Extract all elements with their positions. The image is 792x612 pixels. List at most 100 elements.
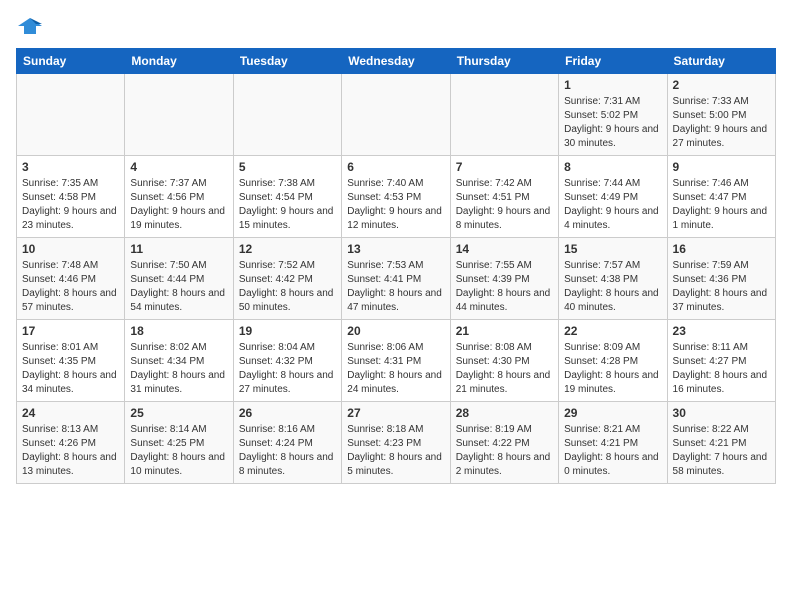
day-info: Sunrise: 7:44 AM Sunset: 4:49 PM Dayligh… <box>564 177 661 233</box>
calendar-cell <box>125 74 233 156</box>
calendar-cell: 11 Sunrise: 7:50 AM Sunset: 4:44 PM Dayli… <box>125 238 233 320</box>
day-info: Sunrise: 7:46 AM Sunset: 4:47 PM Dayligh… <box>673 177 770 233</box>
calendar-table: SundayMondayTuesdayWednesdayThursdayFrid… <box>16 48 776 484</box>
calendar-cell: 21 Sunrise: 8:08 AM Sunset: 4:30 PM Dayli… <box>450 320 558 402</box>
day-info: Sunrise: 7:40 AM Sunset: 4:53 PM Dayligh… <box>347 177 444 233</box>
calendar-cell: 12 Sunrise: 7:52 AM Sunset: 4:42 PM Dayli… <box>233 238 341 320</box>
day-number: 27 <box>347 406 444 420</box>
calendar-cell: 6 Sunrise: 7:40 AM Sunset: 4:53 PM Daylig… <box>342 156 450 238</box>
column-header-saturday: Saturday <box>667 49 775 74</box>
day-number: 3 <box>22 160 119 174</box>
day-info: Sunrise: 7:38 AM Sunset: 4:54 PM Dayligh… <box>239 177 336 233</box>
calendar-cell: 9Sunrise: 7:46 AM Sunset: 4:47 PM Daylig… <box>667 156 775 238</box>
week-row-4: 17 Sunrise: 8:01 AM Sunset: 4:35 PM Dayli… <box>17 320 776 402</box>
day-number: 11 <box>130 242 227 256</box>
week-row-5: 24Sunrise: 8:13 AM Sunset: 4:26 PM Dayli… <box>17 402 776 484</box>
day-number: 17 <box>22 324 119 338</box>
calendar-cell: 3 Sunrise: 7:35 AM Sunset: 4:58 PM Daylig… <box>17 156 125 238</box>
day-info: Sunrise: 7:57 AM Sunset: 4:38 PM Dayligh… <box>564 259 661 315</box>
calendar-cell: 27 Sunrise: 8:18 AM Sunset: 4:23 PM Dayli… <box>342 402 450 484</box>
column-header-wednesday: Wednesday <box>342 49 450 74</box>
day-number: 1 <box>564 78 661 92</box>
day-number: 29 <box>564 406 661 420</box>
calendar-cell: 15 Sunrise: 7:57 AM Sunset: 4:38 PM Dayli… <box>559 238 667 320</box>
logo <box>16 16 48 38</box>
calendar-cell: 5 Sunrise: 7:38 AM Sunset: 4:54 PM Daylig… <box>233 156 341 238</box>
day-number: 28 <box>456 406 553 420</box>
day-info: Sunrise: 8:16 AM Sunset: 4:24 PM Dayligh… <box>239 423 336 479</box>
calendar-cell: 2 Sunrise: 7:33 AM Sunset: 5:00 PM Daylig… <box>667 74 775 156</box>
calendar-cell <box>342 74 450 156</box>
page-header <box>16 16 776 38</box>
column-header-friday: Friday <box>559 49 667 74</box>
day-info: Sunrise: 8:19 AM Sunset: 4:22 PM Dayligh… <box>456 423 553 479</box>
day-info: Sunrise: 7:52 AM Sunset: 4:42 PM Dayligh… <box>239 259 336 315</box>
day-info: Sunrise: 7:37 AM Sunset: 4:56 PM Dayligh… <box>130 177 227 233</box>
calendar-cell: 29 Sunrise: 8:21 AM Sunset: 4:21 PM Dayli… <box>559 402 667 484</box>
calendar-cell: 20Sunrise: 8:06 AM Sunset: 4:31 PM Dayli… <box>342 320 450 402</box>
day-number: 18 <box>130 324 227 338</box>
calendar-cell <box>17 74 125 156</box>
day-number: 6 <box>347 160 444 174</box>
day-number: 12 <box>239 242 336 256</box>
day-info: Sunrise: 8:13 AM Sunset: 4:26 PM Dayligh… <box>22 423 119 479</box>
day-number: 2 <box>673 78 770 92</box>
day-info: Sunrise: 8:21 AM Sunset: 4:21 PM Dayligh… <box>564 423 661 479</box>
day-info: Sunrise: 7:33 AM Sunset: 5:00 PM Dayligh… <box>673 95 770 151</box>
logo-bird-icon <box>16 16 44 38</box>
week-row-2: 3 Sunrise: 7:35 AM Sunset: 4:58 PM Daylig… <box>17 156 776 238</box>
day-number: 25 <box>130 406 227 420</box>
calendar-cell: 8 Sunrise: 7:44 AM Sunset: 4:49 PM Daylig… <box>559 156 667 238</box>
calendar-cell: 24Sunrise: 8:13 AM Sunset: 4:26 PM Dayli… <box>17 402 125 484</box>
calendar-cell: 28 Sunrise: 8:19 AM Sunset: 4:22 PM Dayli… <box>450 402 558 484</box>
calendar-cell: 25 Sunrise: 8:14 AM Sunset: 4:25 PM Dayli… <box>125 402 233 484</box>
calendar-header: SundayMondayTuesdayWednesdayThursdayFrid… <box>17 49 776 74</box>
day-number: 22 <box>564 324 661 338</box>
day-info: Sunrise: 7:31 AM Sunset: 5:02 PM Dayligh… <box>564 95 661 151</box>
day-info: Sunrise: 7:53 AM Sunset: 4:41 PM Dayligh… <box>347 259 444 315</box>
day-number: 21 <box>456 324 553 338</box>
day-info: Sunrise: 7:48 AM Sunset: 4:46 PM Dayligh… <box>22 259 119 315</box>
day-number: 30 <box>673 406 770 420</box>
calendar-cell <box>450 74 558 156</box>
day-number: 7 <box>456 160 553 174</box>
calendar-cell: 18Sunrise: 8:02 AM Sunset: 4:34 PM Dayli… <box>125 320 233 402</box>
day-number: 19 <box>239 324 336 338</box>
calendar-cell: 16Sunrise: 7:59 AM Sunset: 4:36 PM Dayli… <box>667 238 775 320</box>
column-header-tuesday: Tuesday <box>233 49 341 74</box>
day-info: Sunrise: 8:22 AM Sunset: 4:21 PM Dayligh… <box>673 423 770 479</box>
day-number: 13 <box>347 242 444 256</box>
day-number: 23 <box>673 324 770 338</box>
day-info: Sunrise: 8:08 AM Sunset: 4:30 PM Dayligh… <box>456 341 553 397</box>
calendar-cell: 22 Sunrise: 8:09 AM Sunset: 4:28 PM Dayli… <box>559 320 667 402</box>
day-number: 26 <box>239 406 336 420</box>
calendar-cell: 26 Sunrise: 8:16 AM Sunset: 4:24 PM Dayli… <box>233 402 341 484</box>
day-info: Sunrise: 7:35 AM Sunset: 4:58 PM Dayligh… <box>22 177 119 233</box>
calendar-cell: 17 Sunrise: 8:01 AM Sunset: 4:35 PM Dayli… <box>17 320 125 402</box>
day-number: 4 <box>130 160 227 174</box>
day-info: Sunrise: 7:55 AM Sunset: 4:39 PM Dayligh… <box>456 259 553 315</box>
calendar-cell: 14Sunrise: 7:55 AM Sunset: 4:39 PM Dayli… <box>450 238 558 320</box>
day-number: 16 <box>673 242 770 256</box>
day-info: Sunrise: 8:04 AM Sunset: 4:32 PM Dayligh… <box>239 341 336 397</box>
calendar-cell: 19 Sunrise: 8:04 AM Sunset: 4:32 PM Dayli… <box>233 320 341 402</box>
day-info: Sunrise: 8:18 AM Sunset: 4:23 PM Dayligh… <box>347 423 444 479</box>
day-info: Sunrise: 8:01 AM Sunset: 4:35 PM Dayligh… <box>22 341 119 397</box>
day-number: 10 <box>22 242 119 256</box>
day-info: Sunrise: 8:14 AM Sunset: 4:25 PM Dayligh… <box>130 423 227 479</box>
day-info: Sunrise: 7:50 AM Sunset: 4:44 PM Dayligh… <box>130 259 227 315</box>
day-number: 15 <box>564 242 661 256</box>
day-number: 5 <box>239 160 336 174</box>
day-number: 8 <box>564 160 661 174</box>
day-info: Sunrise: 7:42 AM Sunset: 4:51 PM Dayligh… <box>456 177 553 233</box>
week-row-3: 10 Sunrise: 7:48 AM Sunset: 4:46 PM Dayli… <box>17 238 776 320</box>
calendar-cell <box>233 74 341 156</box>
day-info: Sunrise: 8:09 AM Sunset: 4:28 PM Dayligh… <box>564 341 661 397</box>
calendar-cell: 1 Sunrise: 7:31 AM Sunset: 5:02 PM Daylig… <box>559 74 667 156</box>
calendar-cell: 13 Sunrise: 7:53 AM Sunset: 4:41 PM Dayli… <box>342 238 450 320</box>
calendar-cell: 30 Sunrise: 8:22 AM Sunset: 4:21 PM Dayli… <box>667 402 775 484</box>
week-row-1: 1 Sunrise: 7:31 AM Sunset: 5:02 PM Daylig… <box>17 74 776 156</box>
calendar-cell: 23Sunrise: 8:11 AM Sunset: 4:27 PM Dayli… <box>667 320 775 402</box>
day-number: 20 <box>347 324 444 338</box>
column-header-monday: Monday <box>125 49 233 74</box>
